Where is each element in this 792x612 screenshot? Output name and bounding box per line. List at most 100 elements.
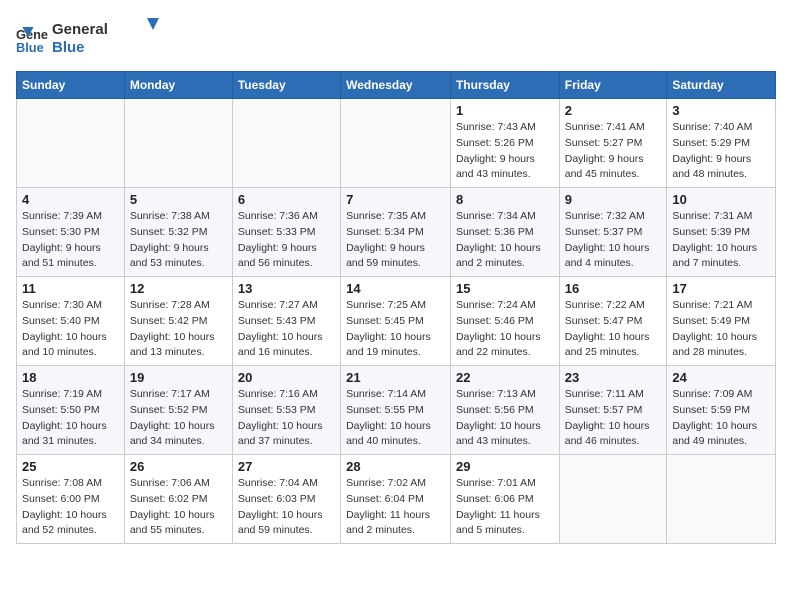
calendar-cell: 10 Sunrise: 7:31 AM Sunset: 5:39 PM Dayli… bbox=[667, 188, 776, 277]
day-number: 13 bbox=[238, 281, 335, 296]
week-row-0: 1 Sunrise: 7:43 AM Sunset: 5:26 PM Daylig… bbox=[17, 99, 776, 188]
day-info: Sunrise: 7:39 AM Sunset: 5:30 PM Dayligh… bbox=[22, 209, 119, 272]
day-number: 1 bbox=[456, 103, 554, 118]
calendar-cell: 23 Sunrise: 7:11 AM Sunset: 5:57 PM Dayli… bbox=[559, 366, 667, 455]
day-info: Sunrise: 7:11 AM Sunset: 5:57 PM Dayligh… bbox=[565, 387, 662, 450]
day-number: 28 bbox=[346, 459, 445, 474]
day-info: Sunrise: 7:41 AM Sunset: 5:27 PM Dayligh… bbox=[565, 120, 662, 183]
calendar-cell: 16 Sunrise: 7:22 AM Sunset: 5:47 PM Dayli… bbox=[559, 277, 667, 366]
calendar-cell: 7 Sunrise: 7:35 AM Sunset: 5:34 PM Daylig… bbox=[341, 188, 451, 277]
header-row: SundayMondayTuesdayWednesdayThursdayFrid… bbox=[17, 72, 776, 99]
day-info: Sunrise: 7:25 AM Sunset: 5:45 PM Dayligh… bbox=[346, 298, 445, 361]
calendar-cell: 11 Sunrise: 7:30 AM Sunset: 5:40 PM Dayli… bbox=[17, 277, 125, 366]
calendar-cell: 5 Sunrise: 7:38 AM Sunset: 5:32 PM Daylig… bbox=[124, 188, 232, 277]
calendar-cell bbox=[341, 99, 451, 188]
calendar-cell: 27Sunrise: 7:04 AM Sunset: 6:03 PM Dayli… bbox=[232, 455, 340, 544]
day-number: 4 bbox=[22, 192, 119, 207]
day-number: 29 bbox=[456, 459, 554, 474]
week-row-3: 18Sunrise: 7:19 AM Sunset: 5:50 PM Dayli… bbox=[17, 366, 776, 455]
day-info: Sunrise: 7:14 AM Sunset: 5:55 PM Dayligh… bbox=[346, 387, 445, 450]
week-row-4: 25 Sunrise: 7:08 AM Sunset: 6:00 PM Dayli… bbox=[17, 455, 776, 544]
day-info: Sunrise: 7:40 AM Sunset: 5:29 PM Dayligh… bbox=[672, 120, 770, 183]
day-info: Sunrise: 7:09 AM Sunset: 5:59 PM Dayligh… bbox=[672, 387, 770, 450]
day-number: 3 bbox=[672, 103, 770, 118]
calendar-cell bbox=[232, 99, 340, 188]
week-row-1: 4 Sunrise: 7:39 AM Sunset: 5:30 PM Daylig… bbox=[17, 188, 776, 277]
day-info: Sunrise: 7:43 AM Sunset: 5:26 PM Dayligh… bbox=[456, 120, 554, 183]
day-info: Sunrise: 7:32 AM Sunset: 5:37 PM Dayligh… bbox=[565, 209, 662, 272]
calendar-cell: 4 Sunrise: 7:39 AM Sunset: 5:30 PM Daylig… bbox=[17, 188, 125, 277]
logo: General Blue General Blue bbox=[16, 16, 172, 61]
calendar-cell: 9 Sunrise: 7:32 AM Sunset: 5:37 PM Daylig… bbox=[559, 188, 667, 277]
calendar-cell: 15Sunrise: 7:24 AM Sunset: 5:46 PM Dayli… bbox=[450, 277, 559, 366]
week-row-2: 11 Sunrise: 7:30 AM Sunset: 5:40 PM Dayli… bbox=[17, 277, 776, 366]
day-number: 26 bbox=[130, 459, 227, 474]
day-number: 21 bbox=[346, 370, 445, 385]
calendar-cell: 3 Sunrise: 7:40 AM Sunset: 5:29 PM Daylig… bbox=[667, 99, 776, 188]
day-header-wednesday: Wednesday bbox=[341, 72, 451, 99]
day-info: Sunrise: 7:21 AM Sunset: 5:49 PM Dayligh… bbox=[672, 298, 770, 361]
calendar-cell: 28 Sunrise: 7:02 AM Sunset: 6:04 PM Dayli… bbox=[341, 455, 451, 544]
svg-text:Blue: Blue bbox=[52, 39, 85, 56]
day-info: Sunrise: 7:28 AM Sunset: 5:42 PM Dayligh… bbox=[130, 298, 227, 361]
calendar-cell: 25 Sunrise: 7:08 AM Sunset: 6:00 PM Dayli… bbox=[17, 455, 125, 544]
svg-text:Blue: Blue bbox=[16, 39, 44, 54]
day-info: Sunrise: 7:08 AM Sunset: 6:00 PM Dayligh… bbox=[22, 476, 119, 539]
day-info: Sunrise: 7:22 AM Sunset: 5:47 PM Dayligh… bbox=[565, 298, 662, 361]
day-number: 12 bbox=[130, 281, 227, 296]
day-info: Sunrise: 7:31 AM Sunset: 5:39 PM Dayligh… bbox=[672, 209, 770, 272]
calendar-cell: 19 Sunrise: 7:17 AM Sunset: 5:52 PM Dayli… bbox=[124, 366, 232, 455]
calendar-table: SundayMondayTuesdayWednesdayThursdayFrid… bbox=[16, 71, 776, 544]
day-number: 2 bbox=[565, 103, 662, 118]
day-info: Sunrise: 7:34 AM Sunset: 5:36 PM Dayligh… bbox=[456, 209, 554, 272]
calendar-cell: 13 Sunrise: 7:27 AM Sunset: 5:43 PM Dayli… bbox=[232, 277, 340, 366]
day-number: 11 bbox=[22, 281, 119, 296]
day-info: Sunrise: 7:30 AM Sunset: 5:40 PM Dayligh… bbox=[22, 298, 119, 361]
calendar-cell: 17 Sunrise: 7:21 AM Sunset: 5:49 PM Dayli… bbox=[667, 277, 776, 366]
calendar-cell: 21 Sunrise: 7:14 AM Sunset: 5:55 PM Dayli… bbox=[341, 366, 451, 455]
day-info: Sunrise: 7:13 AM Sunset: 5:56 PM Dayligh… bbox=[456, 387, 554, 450]
svg-text:General: General bbox=[52, 21, 108, 38]
day-number: 25 bbox=[22, 459, 119, 474]
day-info: Sunrise: 7:27 AM Sunset: 5:43 PM Dayligh… bbox=[238, 298, 335, 361]
day-info: Sunrise: 7:35 AM Sunset: 5:34 PM Dayligh… bbox=[346, 209, 445, 272]
day-info: Sunrise: 7:17 AM Sunset: 5:52 PM Dayligh… bbox=[130, 387, 227, 450]
day-info: Sunrise: 7:01 AM Sunset: 6:06 PM Dayligh… bbox=[456, 476, 554, 539]
day-number: 19 bbox=[130, 370, 227, 385]
calendar-cell: 20Sunrise: 7:16 AM Sunset: 5:53 PM Dayli… bbox=[232, 366, 340, 455]
calendar-cell: 12 Sunrise: 7:28 AM Sunset: 5:42 PM Dayli… bbox=[124, 277, 232, 366]
logo-icon: General Blue bbox=[16, 23, 48, 55]
day-number: 20 bbox=[238, 370, 335, 385]
calendar-cell: 1 Sunrise: 7:43 AM Sunset: 5:26 PM Daylig… bbox=[450, 99, 559, 188]
day-number: 5 bbox=[130, 192, 227, 207]
day-number: 22 bbox=[456, 370, 554, 385]
day-number: 24 bbox=[672, 370, 770, 385]
calendar-cell: 24 Sunrise: 7:09 AM Sunset: 5:59 PM Dayli… bbox=[667, 366, 776, 455]
day-number: 8 bbox=[456, 192, 554, 207]
day-number: 14 bbox=[346, 281, 445, 296]
calendar-cell: 26 Sunrise: 7:06 AM Sunset: 6:02 PM Dayli… bbox=[124, 455, 232, 544]
calendar-cell bbox=[17, 99, 125, 188]
day-number: 6 bbox=[238, 192, 335, 207]
day-number: 16 bbox=[565, 281, 662, 296]
day-info: Sunrise: 7:19 AM Sunset: 5:50 PM Dayligh… bbox=[22, 387, 119, 450]
day-number: 7 bbox=[346, 192, 445, 207]
calendar-cell bbox=[124, 99, 232, 188]
calendar-cell bbox=[667, 455, 776, 544]
calendar-cell: 14 Sunrise: 7:25 AM Sunset: 5:45 PM Dayli… bbox=[341, 277, 451, 366]
day-number: 9 bbox=[565, 192, 662, 207]
day-number: 17 bbox=[672, 281, 770, 296]
day-header-saturday: Saturday bbox=[667, 72, 776, 99]
day-number: 10 bbox=[672, 192, 770, 207]
day-header-thursday: Thursday bbox=[450, 72, 559, 99]
day-info: Sunrise: 7:06 AM Sunset: 6:02 PM Dayligh… bbox=[130, 476, 227, 539]
calendar-cell: 22 Sunrise: 7:13 AM Sunset: 5:56 PM Dayli… bbox=[450, 366, 559, 455]
day-info: Sunrise: 7:02 AM Sunset: 6:04 PM Dayligh… bbox=[346, 476, 445, 539]
calendar-cell: 8 Sunrise: 7:34 AM Sunset: 5:36 PM Daylig… bbox=[450, 188, 559, 277]
calendar-cell: 29 Sunrise: 7:01 AM Sunset: 6:06 PM Dayli… bbox=[450, 455, 559, 544]
day-info: Sunrise: 7:38 AM Sunset: 5:32 PM Dayligh… bbox=[130, 209, 227, 272]
day-number: 23 bbox=[565, 370, 662, 385]
day-number: 15 bbox=[456, 281, 554, 296]
calendar-cell bbox=[559, 455, 667, 544]
header: General Blue General Blue bbox=[16, 16, 776, 61]
